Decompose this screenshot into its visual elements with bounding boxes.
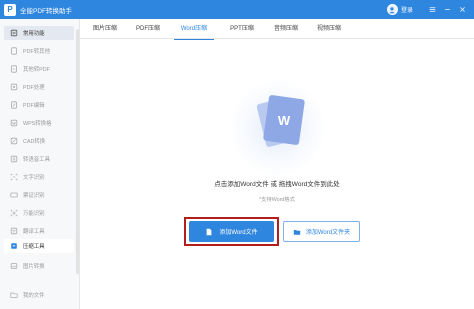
sidebar-item-label: 翻译工具 — [23, 229, 45, 235]
avatar[interactable] — [386, 4, 398, 15]
sidebar-item-image-convert[interactable]: 图片转换 — [4, 259, 74, 273]
sidebar-item-label: PDF转其他 — [23, 49, 50, 55]
sidebar-item-label: 常用功能 — [23, 31, 45, 37]
word-document-icon: W — [262, 94, 306, 146]
to-pdf-icon — [10, 65, 18, 73]
sidebar-item-compress[interactable]: 压缩工具 — [4, 239, 74, 253]
sidebar-item-label: CAD转换 — [23, 139, 46, 145]
tab-ppt-compress[interactable]: PPT压缩 — [224, 19, 260, 39]
app-logo: P — [4, 3, 16, 16]
compress-tabs: 图片压缩 PDF压缩 Word压缩 PPT压缩 音频压缩 视频压缩 — [80, 19, 474, 40]
sidebar-item-other-to-pdf[interactable]: 其他转PDF — [4, 62, 74, 76]
sidebar-item-pdf-process[interactable]: PDF处理 — [4, 80, 74, 94]
ocr-icon — [10, 173, 18, 181]
folder-icon — [10, 291, 18, 299]
image-convert-icon — [10, 262, 18, 270]
login-link[interactable]: 登录 — [401, 5, 413, 14]
add-word-folder-button[interactable]: 添加Word文件夹 — [283, 221, 360, 242]
file-icon — [206, 228, 212, 235]
folder-icon — [293, 229, 301, 235]
sidebar-item-label: 其他转PDF — [23, 67, 50, 73]
minimize-button[interactable] — [440, 0, 455, 19]
sidebar-scrollbar[interactable] — [76, 29, 79, 274]
sidebar-item-label: 我的文件 — [23, 293, 45, 299]
tab-pdf-compress[interactable]: PDF压缩 — [130, 19, 166, 39]
sidebar-item-cad[interactable]: CAD转换 — [4, 134, 74, 148]
sidebar-item-translate[interactable]: 翻译工具 — [4, 224, 74, 238]
drop-zone[interactable]: W 点击添加Word文件 或 拖拽Word文件到此处 *支持Word格式 添加W… — [80, 40, 474, 309]
cad-icon — [10, 137, 18, 145]
sidebar-item-label: PDF处理 — [23, 85, 45, 91]
sidebar-item-ticket[interactable]: 票证识别 — [4, 188, 74, 202]
close-icon — [460, 7, 465, 12]
voice-icon — [10, 155, 18, 163]
tab-video-compress[interactable]: 视频压缩 — [311, 19, 347, 39]
sidebar-item-label: PDF编辑 — [23, 103, 45, 109]
sidebar-item-my-files[interactable]: 我的文件 — [4, 288, 74, 302]
pdf-process-icon — [10, 83, 18, 91]
minimize-icon — [445, 9, 450, 10]
ticket-icon — [10, 191, 18, 199]
user-icon — [389, 6, 396, 13]
compress-icon — [10, 242, 18, 250]
tab-label: Word压缩 — [180, 26, 208, 32]
tab-image-compress[interactable]: 图片压缩 — [87, 19, 123, 39]
app-title: 全能PDF转换助手 — [20, 7, 72, 15]
drop-instruction: 点击添加Word文件 或 拖拽Word文件到此处 — [214, 181, 340, 188]
close-button[interactable] — [455, 0, 470, 19]
sidebar-item-label: 票证识别 — [23, 193, 45, 199]
scan-icon — [10, 209, 18, 217]
tab-audio-compress[interactable]: 音频压缩 — [268, 19, 304, 39]
wps-icon — [10, 119, 18, 127]
tab-word-compress[interactable]: Word压缩 — [174, 19, 214, 40]
home-icon — [10, 29, 18, 37]
sidebar-item-common[interactable]: 常用功能 — [4, 26, 74, 40]
sidebar-item-label: 压缩工具 — [23, 244, 45, 250]
pdf-convert-icon — [10, 47, 18, 55]
sidebar-item-label: 图片转换 — [23, 264, 45, 270]
pdf-edit-icon — [10, 101, 18, 109]
sidebar-item-pdf-to-other[interactable]: PDF转其他 — [4, 44, 74, 58]
sidebar-item-label: WPS转换格 — [23, 121, 52, 127]
sidebar-item-ocr[interactable]: 文字识别 — [4, 170, 74, 184]
add-word-file-button[interactable]: 添加Word文件 — [189, 221, 274, 242]
sidebar-item-label: 万能识别 — [23, 211, 45, 217]
title-bar: P 全能PDF转换助手 登录 — [0, 0, 474, 19]
sidebar-item-label: 文字识别 — [23, 175, 45, 181]
sidebar-item-voice[interactable]: 转语音工具 — [4, 152, 74, 166]
sidebar-item-pdf-edit[interactable]: PDF编辑 — [4, 98, 74, 112]
translate-icon — [10, 227, 18, 235]
supported-format-hint: *支持Word格式 — [259, 197, 295, 203]
sidebar: 常用功能 PDF转其他 其他转PDF PDF处理 PDF编辑 WPS转换格 CA… — [0, 19, 80, 309]
add-word-folder-label: 添加Word文件夹 — [305, 230, 351, 236]
sidebar-item-scan[interactable]: 万能识别 — [4, 206, 74, 220]
menu-button[interactable] — [425, 0, 440, 19]
add-word-file-label: 添加Word文件 — [219, 230, 258, 236]
menu-icon — [429, 7, 436, 12]
sidebar-item-label: 转语音工具 — [23, 157, 50, 163]
sidebar-item-wps[interactable]: WPS转换格 — [4, 116, 74, 130]
